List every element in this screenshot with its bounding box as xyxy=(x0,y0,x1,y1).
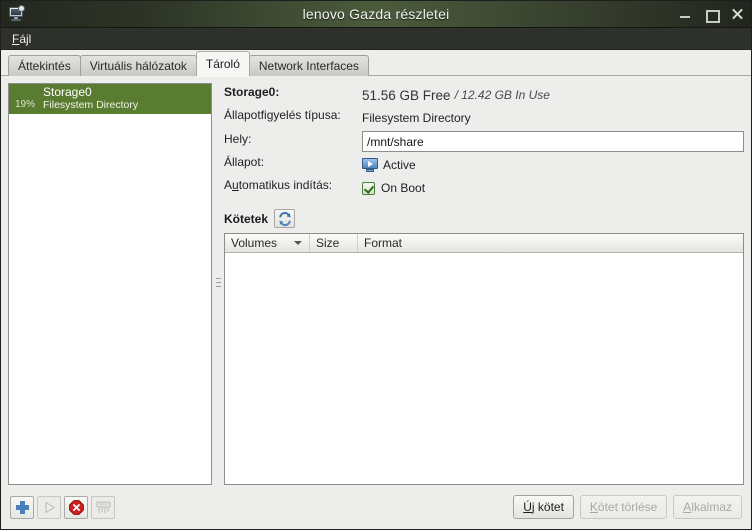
storage-tab-content: 19% Storage0 Filesystem Directory Storag… xyxy=(1,76,751,485)
close-icon[interactable] xyxy=(731,8,744,21)
state-value: Active xyxy=(383,158,416,172)
detail-capacity-row: 51.56 GB Free / 12.42 GB In Use xyxy=(362,85,744,105)
autostart-checkbox[interactable] xyxy=(362,181,375,195)
button-mnemonic: K xyxy=(589,500,598,514)
play-icon xyxy=(43,501,56,514)
host-details-window: lenovo Gazda részletei Fájl Áttekintés V… xyxy=(0,0,752,530)
title-bar[interactable]: lenovo Gazda részletei xyxy=(1,1,751,28)
refresh-icon xyxy=(278,211,292,226)
footer-toolbar: Új kötet Kötet törlése Alkalmaz xyxy=(1,485,751,529)
detail-pool-name-label: Storage0: xyxy=(224,85,280,99)
button-label: ötet törlése xyxy=(597,500,658,514)
active-monitor-play-icon xyxy=(362,158,378,172)
detail-location-label: Hely: xyxy=(224,131,252,146)
tab-label: Áttekintés xyxy=(18,59,71,73)
window-controls xyxy=(679,1,744,28)
pane-splitter[interactable] xyxy=(212,83,224,485)
delete-pool-button[interactable] xyxy=(91,495,115,519)
detail-autostart-label: Automatikus indítás: xyxy=(224,178,333,192)
detail-state-label: Állapot: xyxy=(224,155,265,169)
tab-network-interfaces[interactable]: Network Interfaces xyxy=(248,55,369,76)
detail-pool-type-value: Filesystem Directory xyxy=(362,111,471,125)
tab-virtualis-halozatok[interactable]: Virtuális hálózatok xyxy=(79,55,197,76)
apply-button[interactable]: Alkalmaz xyxy=(673,495,742,519)
detail-field-grid: Storage0: 51.56 GB Free / 12.42 GB In Us… xyxy=(224,85,744,198)
button-mnemonic: Ú xyxy=(523,500,532,514)
volumes-table-body[interactable] xyxy=(225,253,743,484)
computer-gear-icon xyxy=(8,5,26,23)
maximize-icon[interactable] xyxy=(705,8,720,23)
column-header-size[interactable]: Size xyxy=(310,234,358,252)
tab-label: Tároló xyxy=(205,57,240,71)
free-space-value: 51.56 GB Free xyxy=(362,87,451,103)
new-volume-button[interactable]: Új kötet xyxy=(513,495,574,519)
column-header-format[interactable]: Format xyxy=(358,234,743,252)
volumes-title: Kötetek xyxy=(224,211,269,226)
button-label: lkalmaz xyxy=(691,500,732,514)
tab-bar: Áttekintés Virtuális hálózatok Tároló Ne… xyxy=(1,50,751,77)
plus-icon xyxy=(15,500,29,514)
button-label: j kötet xyxy=(531,500,564,514)
column-header-label: Volumes xyxy=(231,236,278,250)
storage-usage-percent: 19% xyxy=(15,99,36,110)
column-header-label: Format xyxy=(364,236,403,250)
location-input[interactable] xyxy=(362,131,744,152)
minimize-icon[interactable] xyxy=(679,8,692,21)
storage-pool-details: Storage0: 51.56 GB Free / 12.42 GB In Us… xyxy=(224,83,744,485)
splitter-grip-icon xyxy=(215,277,221,291)
delete-volume-button[interactable]: Kötet törlése xyxy=(579,495,668,519)
detail-state-value-row: Active xyxy=(362,155,744,175)
menu-item-file[interactable]: Fájl xyxy=(4,30,39,48)
chevron-down-icon xyxy=(294,241,302,245)
column-header-label: Size xyxy=(316,236,340,250)
shredder-icon xyxy=(96,501,111,514)
menu-bar: Fájl xyxy=(1,28,751,50)
volumes-section-header: Kötetek xyxy=(224,209,744,228)
detail-pool-type-label: Állapotfigyelés típusa: xyxy=(224,108,341,122)
storage-pool-name: Storage0 xyxy=(43,85,92,100)
stop-pool-button[interactable] xyxy=(64,495,88,519)
add-pool-button[interactable] xyxy=(10,495,34,519)
refresh-volumes-button[interactable] xyxy=(274,209,296,228)
volumes-table[interactable]: Volumes Size Format xyxy=(224,233,744,485)
tab-tarolo[interactable]: Tároló xyxy=(195,51,250,77)
tab-attekintes[interactable]: Áttekintés xyxy=(8,55,81,76)
detail-autostart-value-row: On Boot xyxy=(362,178,744,198)
storage-pool-type: Filesystem Directory xyxy=(43,98,139,111)
window-title: lenovo Gazda részletei xyxy=(302,6,450,22)
tab-label: Network Interfaces xyxy=(258,59,359,73)
volumes-table-header: Volumes Size Format xyxy=(225,234,743,253)
list-item[interactable]: 19% Storage0 Filesystem Directory xyxy=(9,84,211,114)
stop-octagon-icon xyxy=(68,499,84,515)
detail-location-field-wrap xyxy=(362,131,744,152)
column-header-volumes[interactable]: Volumes xyxy=(225,234,310,252)
autostart-value: On Boot xyxy=(381,181,426,195)
start-pool-button[interactable] xyxy=(37,495,61,519)
storage-pool-list[interactable]: 19% Storage0 Filesystem Directory xyxy=(8,83,212,485)
in-use-value: / 12.42 GB In Use xyxy=(454,88,550,102)
button-mnemonic: A xyxy=(683,500,692,514)
menu-item-file-rest: ájl xyxy=(19,31,32,46)
tab-label: Virtuális hálózatok xyxy=(89,59,187,73)
